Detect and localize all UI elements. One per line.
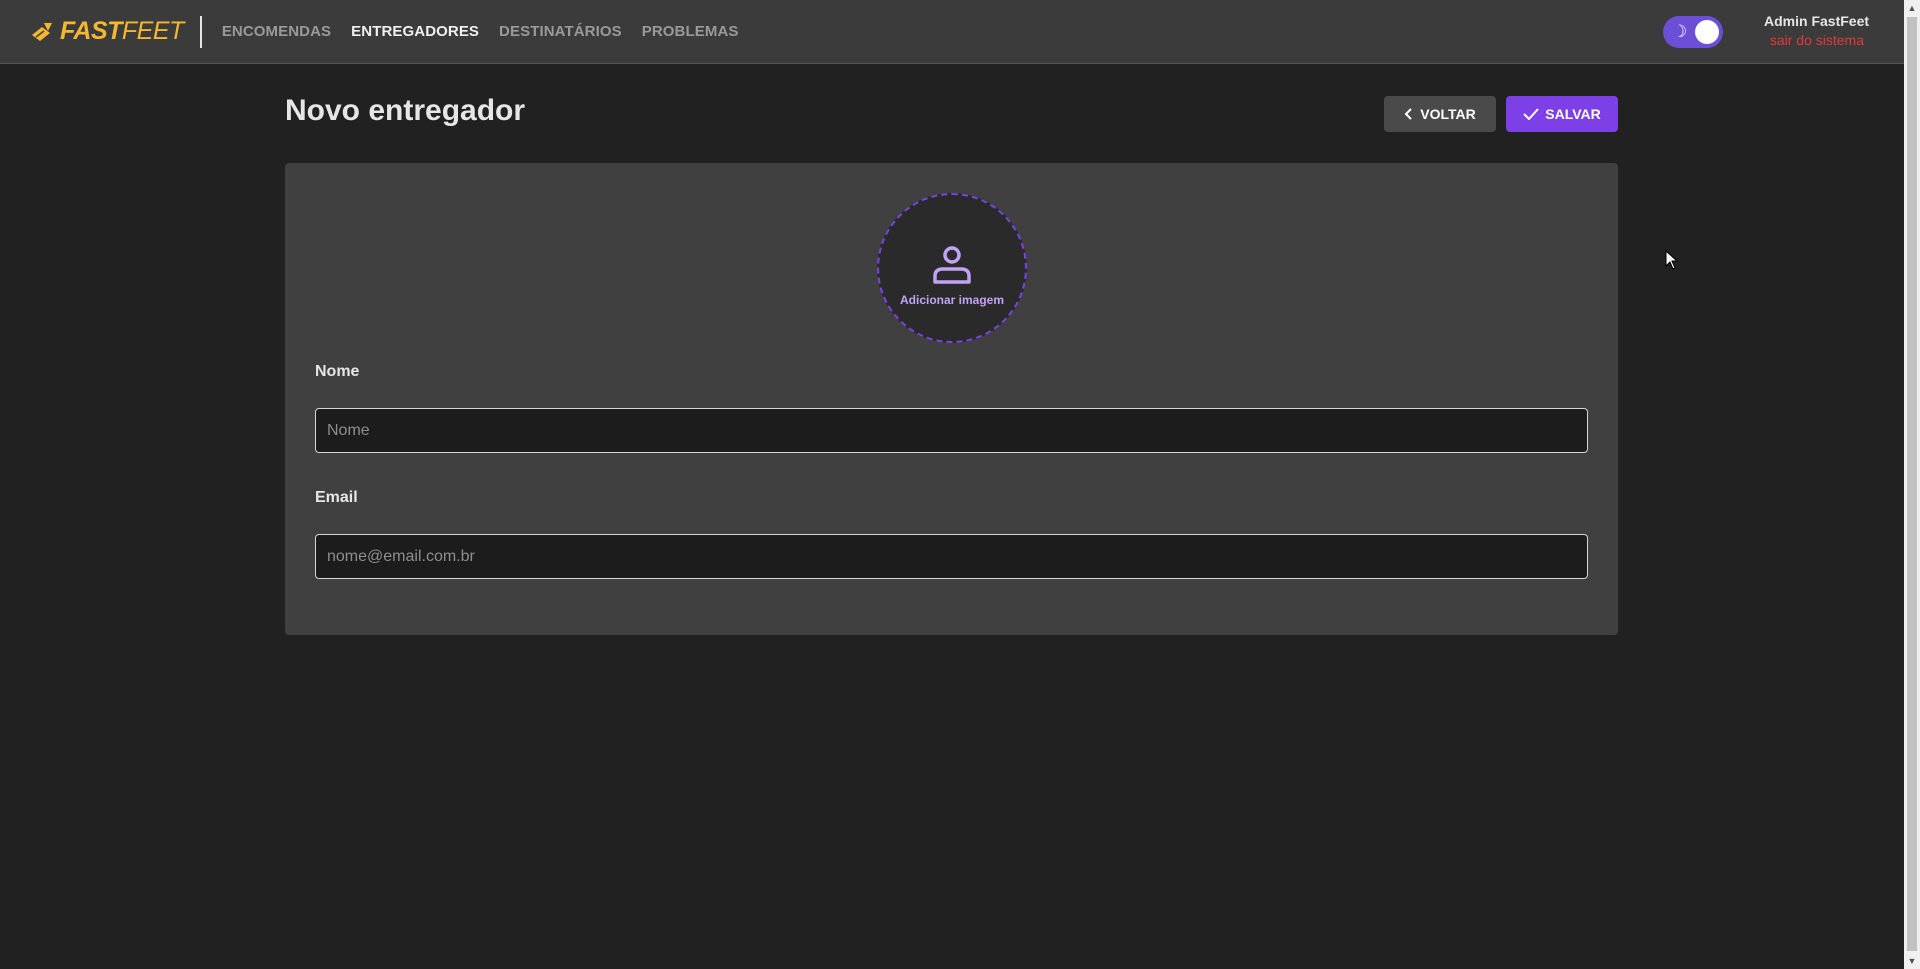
user-menu: Admin FastFeet sair do sistema <box>1764 13 1870 48</box>
toggle-knob <box>1695 20 1719 44</box>
logo[interactable]: FASTFEET <box>30 0 184 64</box>
save-button-label: SALVAR <box>1545 106 1601 122</box>
mouse-cursor-icon <box>1665 249 1679 275</box>
save-button[interactable]: SALVAR <box>1506 96 1618 132</box>
page: FASTFEET ENCOMENDAS ENTREGADORES DESTINA… <box>0 0 1920 969</box>
chevron-left-icon <box>1404 108 1412 120</box>
nav-item-entregadores[interactable]: ENTREGADORES <box>351 23 479 40</box>
top-header: FASTFEET ENCOMENDAS ENTREGADORES DESTINA… <box>0 0 1904 64</box>
form-card: Adicionar imagem Nome Email <box>285 163 1618 635</box>
avatar-upload[interactable]: Adicionar imagem <box>877 193 1027 343</box>
page-title: Novo entregador <box>285 94 526 127</box>
user-name: Admin FastFeet <box>1764 13 1870 29</box>
scroll-thumb[interactable] <box>1907 17 1917 951</box>
nav-item-encomendas[interactable]: ENCOMENDAS <box>222 23 331 40</box>
back-button[interactable]: VOLTAR <box>1384 96 1496 132</box>
logo-text-light: FEET <box>121 17 184 45</box>
header-divider <box>199 15 202 48</box>
nav-item-destinatarios[interactable]: DESTINATÁRIOS <box>499 23 622 40</box>
scrollbar[interactable]: ▲ ▼ <box>1904 0 1920 969</box>
logout-link[interactable]: sair do sistema <box>1764 32 1864 48</box>
main-nav: ENCOMENDAS ENTREGADORES DESTINATÁRIOS PR… <box>222 23 739 40</box>
theme-toggle[interactable]: ☽ <box>1663 16 1723 48</box>
back-button-label: VOLTAR <box>1420 106 1476 122</box>
nav-item-problemas[interactable]: PROBLEMAS <box>642 23 739 40</box>
avatar-upload-label: Adicionar imagem <box>899 292 1005 307</box>
email-label: Email <box>315 489 358 506</box>
name-input[interactable] <box>315 408 1588 453</box>
logo-text-bold: FAST <box>60 17 122 45</box>
check-icon <box>1523 108 1539 120</box>
email-input[interactable] <box>315 534 1588 579</box>
user-icon <box>930 242 974 291</box>
scroll-up-arrow-icon[interactable]: ▲ <box>1904 0 1920 16</box>
name-label: Nome <box>315 363 360 380</box>
scroll-down-arrow-icon[interactable]: ▼ <box>1904 953 1920 969</box>
moon-icon: ☽ <box>1672 22 1688 41</box>
logo-wordmark: FASTFEET <box>60 17 184 46</box>
delivery-truck-icon <box>30 19 56 45</box>
